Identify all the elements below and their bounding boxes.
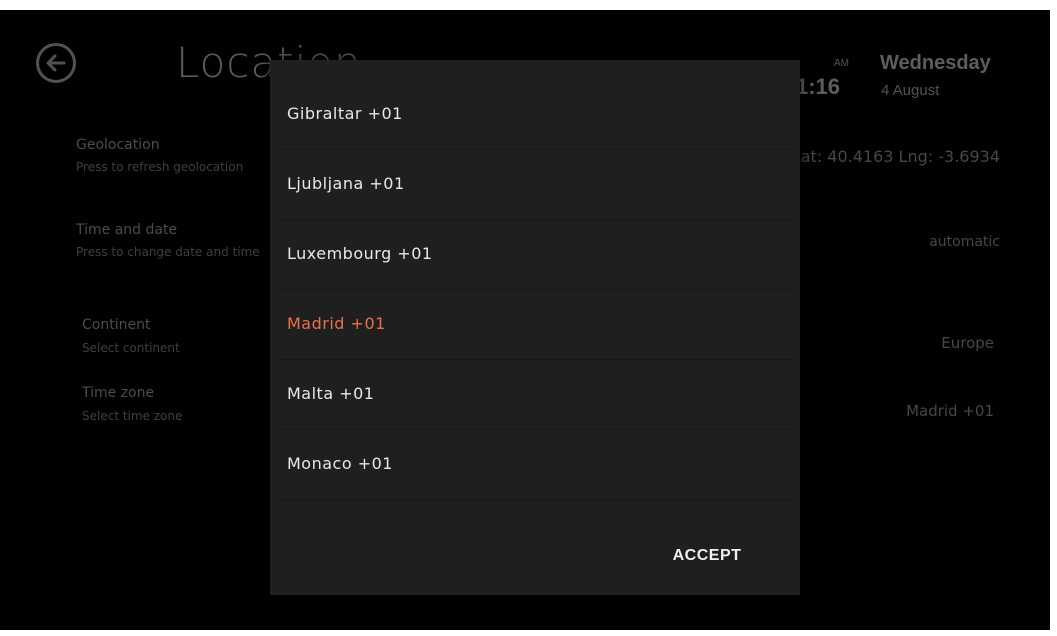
time-zone-option-label: Gibraltar +01 — [287, 104, 403, 123]
time-zone-dialog: Gibraltar +01 Ljubljana +01 Luxembourg +01… — [270, 60, 800, 595]
time-zone-option[interactable]: Madrid +01 — [277, 290, 793, 360]
accept-button[interactable]: ACCEPT — [652, 538, 762, 574]
time-zone-option[interactable]: Luxembourg +01 — [277, 220, 793, 290]
time-zone-option[interactable]: Monaco +01 — [277, 430, 793, 500]
time-zone-list[interactable]: Gibraltar +01 Ljubljana +01 Luxembourg +01… — [277, 80, 793, 500]
time-zone-option[interactable]: Gibraltar +01 — [277, 80, 793, 150]
time-zone-option[interactable]: Malta +01 — [277, 360, 793, 430]
screen: Location AM 1:16 Wednesday 4 August Geol… — [0, 10, 1050, 630]
time-zone-option-label: Luxembourg +01 — [287, 244, 433, 263]
time-zone-option[interactable]: Ljubljana +01 — [277, 150, 793, 220]
time-zone-option-label: Malta +01 — [287, 384, 375, 403]
time-zone-option-label: Monaco +01 — [287, 454, 393, 473]
time-zone-option-label: Ljubljana +01 — [287, 174, 405, 193]
time-zone-option-label: Madrid +01 — [287, 314, 386, 333]
